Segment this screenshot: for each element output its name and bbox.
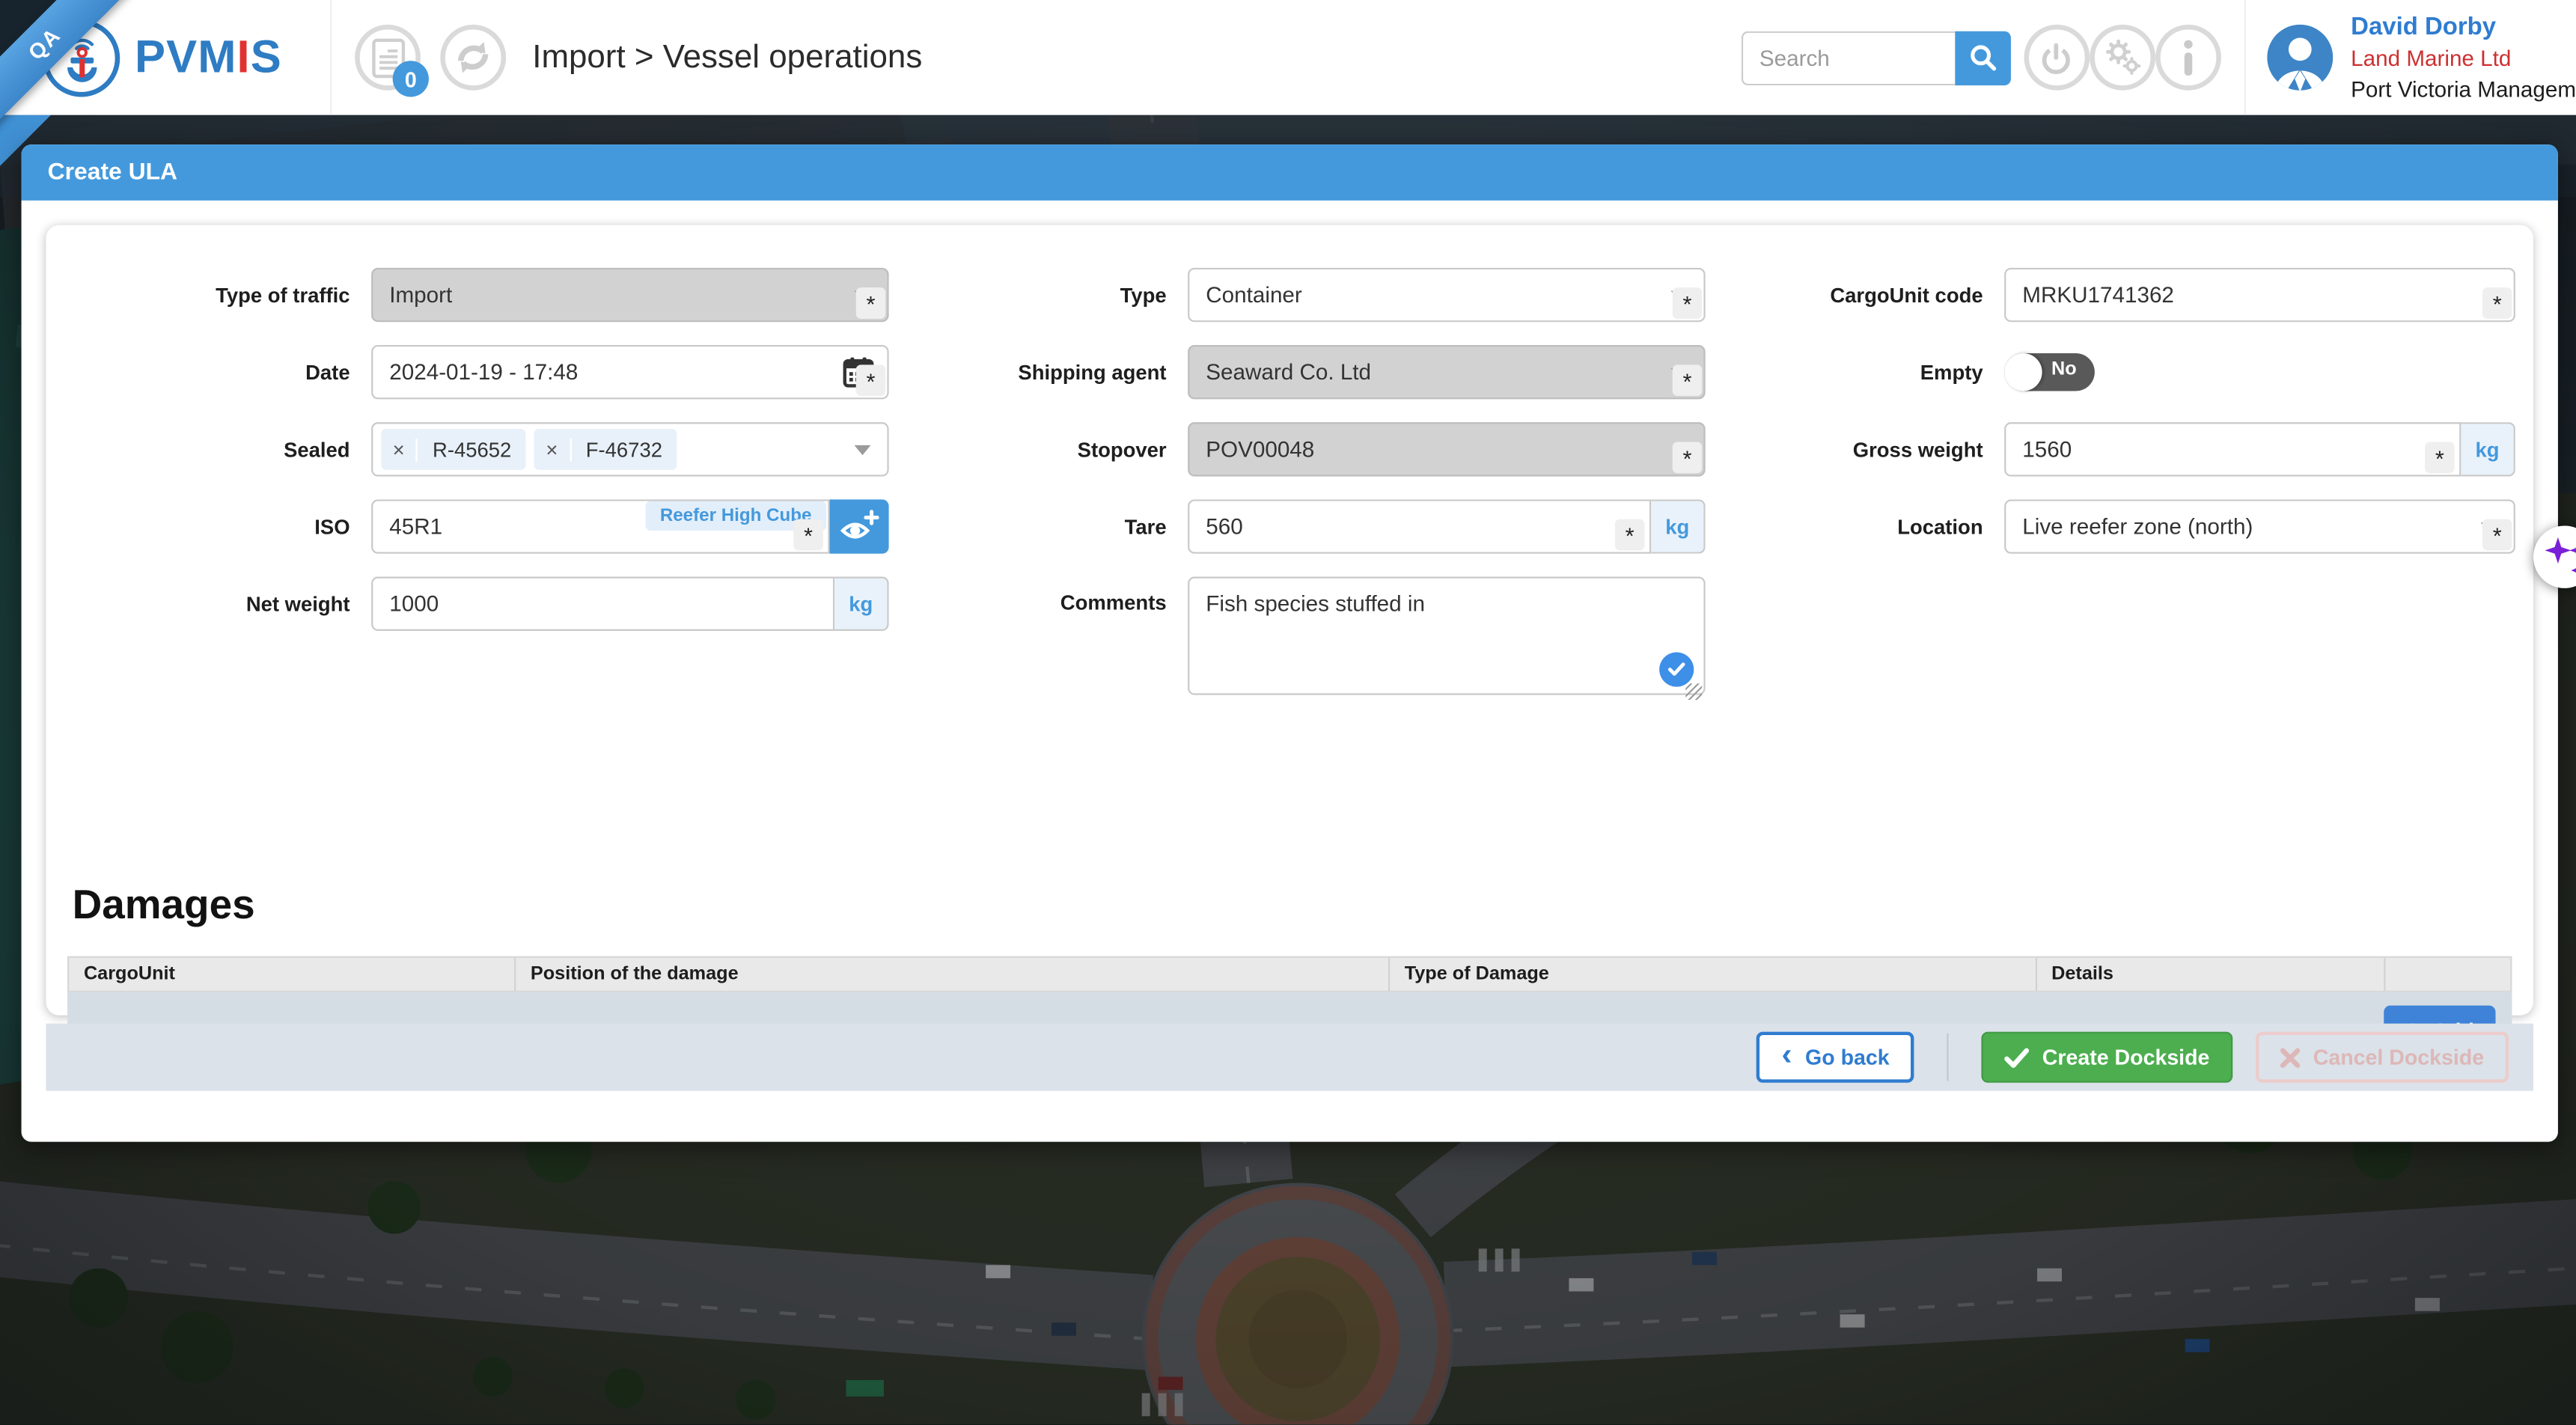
type-select[interactable]: Container <box>1188 268 1705 322</box>
unit-suffix: kg <box>2461 422 2515 476</box>
sealed-chip: ×R-45652 <box>381 429 526 470</box>
stopover-label: Stopover <box>900 438 1167 461</box>
form-card: Type of traffic Import * Date <box>46 225 2533 1016</box>
chevron-left-icon: ‹ <box>1782 1040 1792 1072</box>
create-dockside-button[interactable]: Create Dockside <box>1982 1032 2233 1083</box>
gross-weight-input[interactable] <box>2004 422 2461 476</box>
chip-remove-button[interactable]: × <box>534 438 571 461</box>
check-icon <box>2004 1047 2029 1067</box>
breadcrumb: Import > Vessel operations <box>532 39 922 76</box>
iso-input[interactable] <box>371 499 829 553</box>
column-header-actions <box>2386 958 2510 991</box>
location-select[interactable]: Live reefer zone (north) <box>2004 499 2515 553</box>
cargounit-code-label: CargoUnit code <box>1697 284 1983 307</box>
shipping-agent-select: Seaward Co. Ltd <box>1188 345 1705 399</box>
column-header-cargounit: CargoUnit <box>69 958 516 991</box>
cargounit-code-input[interactable] <box>2004 268 2515 322</box>
ai-assistant-fab[interactable] <box>2533 525 2576 588</box>
panel-title-bar: Create ULA <box>22 144 2558 201</box>
user-organization: Port Victoria Managem <box>2351 73 2576 105</box>
iso-view-add-button[interactable] <box>830 499 889 553</box>
column-header-position: Position of the damage <box>516 958 1390 991</box>
comments-textarea[interactable]: Fish species stuffed in <box>1188 577 1705 695</box>
create-ula-panel: Create ULA Type of traffic Import * D <box>22 144 2558 1141</box>
go-back-button[interactable]: ‹ Go back <box>1757 1032 1914 1083</box>
person-icon <box>2267 25 2333 91</box>
gross-weight-label: Gross weight <box>1697 438 1983 461</box>
damages-heading: Damages <box>73 882 2512 930</box>
location-label: Location <box>1697 515 1983 538</box>
search-input[interactable] <box>1742 31 1955 85</box>
sealed-label: Sealed <box>89 438 350 461</box>
user-info[interactable]: David Dorby Land Marine Ltd Port Victori… <box>2351 10 2576 104</box>
type-label: Type <box>900 284 1167 307</box>
sync-icon <box>454 37 493 77</box>
date-input[interactable] <box>371 345 888 399</box>
gears-icon <box>2103 37 2143 77</box>
tare-label: Tare <box>900 515 1167 538</box>
power-icon <box>2039 40 2074 75</box>
iso-label: ISO <box>89 515 350 538</box>
panel-title: Create ULA <box>48 159 177 186</box>
user-name: David Dorby <box>2351 10 2576 42</box>
type-of-traffic-select: Import <box>371 268 888 322</box>
brand-logo-text: PVMIS <box>135 31 282 84</box>
search-bar <box>1742 31 2011 85</box>
footer-divider <box>1947 1034 1948 1081</box>
document-count-badge: 0 <box>393 61 429 97</box>
empty-label: Empty <box>1697 361 1983 384</box>
chip-remove-button[interactable]: × <box>381 438 418 461</box>
shipping-agent-label: Shipping agent <box>900 361 1167 384</box>
logout-icon-button[interactable] <box>2024 25 2090 91</box>
column-header-details: Details <box>2036 958 2385 991</box>
app-header: PVMIS 0 <box>0 0 2576 115</box>
form-footer-bar: ‹ Go back Create Dockside Cancel Docksid… <box>46 1024 2533 1091</box>
toggle-state-label: No <box>2051 360 2077 379</box>
net-weight-label: Net weight <box>89 592 350 615</box>
user-company: Land Marine Ltd <box>2351 42 2576 73</box>
user-avatar[interactable] <box>2267 25 2333 91</box>
sparkles-icon <box>2540 532 2576 582</box>
settings-icon-button[interactable] <box>2090 25 2155 91</box>
application-window: PVMIS 0 <box>0 0 2576 1424</box>
comments-label: Comments <box>900 591 1167 614</box>
column-header-type: Type of Damage <box>1390 958 2036 991</box>
sealed-chip: ×F-46732 <box>534 429 677 470</box>
sync-icon-button[interactable] <box>440 25 506 91</box>
toggle-knob <box>2004 353 2042 391</box>
cancel-dockside-button: Cancel Dockside <box>2256 1032 2509 1083</box>
date-label: Date <box>89 361 350 384</box>
search-button[interactable] <box>1955 31 2011 85</box>
x-icon <box>2280 1047 2300 1067</box>
tare-input[interactable] <box>1188 499 1651 553</box>
info-icon-button[interactable] <box>2155 25 2221 91</box>
type-of-traffic-label: Type of traffic <box>89 284 350 307</box>
stopover-input: POV00048 <box>1188 422 1705 476</box>
info-icon <box>2182 40 2195 76</box>
unit-suffix: kg <box>834 577 888 631</box>
damages-table-header: CargoUnit Position of the damage Type of… <box>67 956 2512 992</box>
empty-toggle[interactable]: No <box>2004 353 2095 391</box>
net-weight-input[interactable] <box>371 577 834 631</box>
eye-plus-icon <box>840 508 879 544</box>
search-icon <box>1968 43 1998 73</box>
documents-icon-button[interactable]: 0 <box>355 25 421 91</box>
